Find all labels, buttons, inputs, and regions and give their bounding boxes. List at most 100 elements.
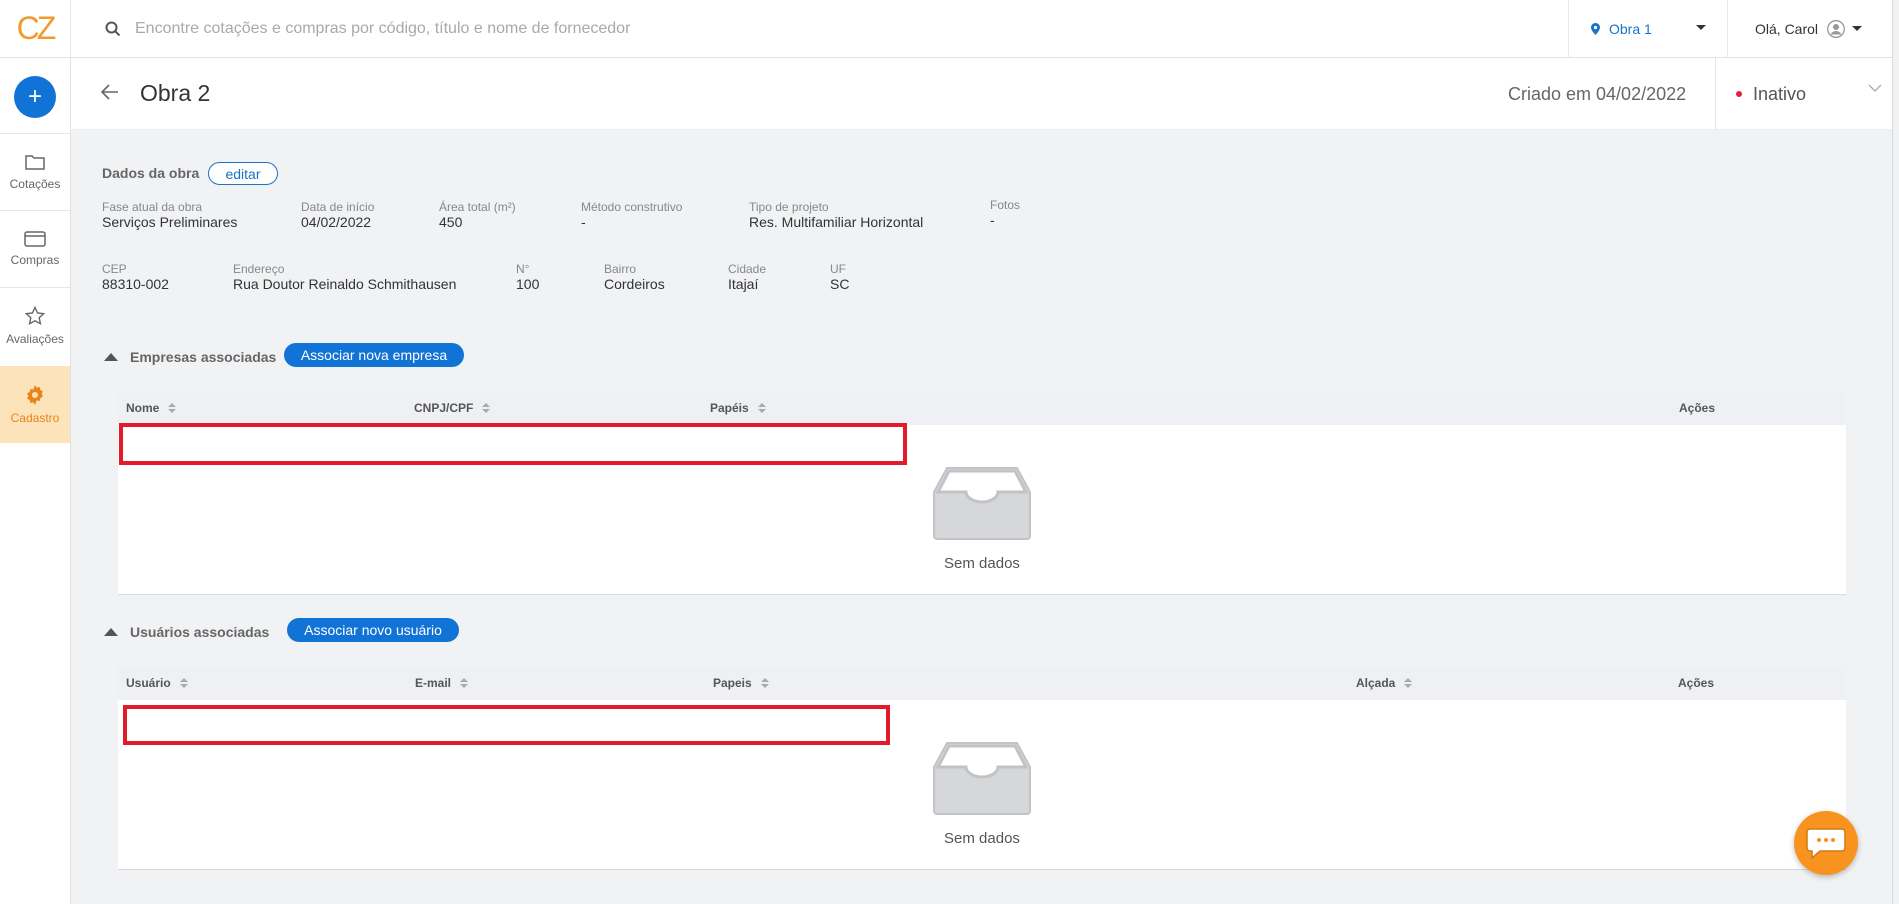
field-value: 450 (439, 214, 463, 230)
obra-selector[interactable]: Obra 1 (1568, 0, 1727, 58)
sidebar-item-cadastro[interactable]: Cadastro (0, 366, 70, 443)
field-label: N° (516, 262, 530, 276)
field-label: Área total (m²) (439, 200, 516, 214)
location-pin-icon (1591, 22, 1600, 35)
sort-icon (757, 403, 766, 413)
greeting-text: Olá, Carol (1755, 20, 1819, 37)
field-uf: UF SC (830, 262, 849, 292)
chevron-down-icon (1868, 84, 1882, 92)
empresas-section-toggle[interactable]: Empresas associadas (104, 349, 276, 365)
field-value: - (581, 214, 586, 230)
chat-button[interactable] (1794, 811, 1858, 875)
empty-label: Sem dados (944, 555, 1020, 572)
add-button[interactable]: + (14, 76, 56, 118)
collapse-triangle-icon (104, 628, 118, 636)
page-header: Obra 2 Criado em 04/02/2022 Inativo (71, 58, 1892, 130)
table-header: Usuário E-mail Papeis Alçada Ações (118, 666, 1846, 700)
column-label: CNPJ/CPF (414, 401, 474, 415)
field-value: Serviços Preliminares (102, 214, 238, 230)
created-date: Criado em 04/02/2022 (1508, 84, 1687, 104)
search-bar (71, 0, 1568, 58)
sidebar-item-compras[interactable]: Compras (0, 210, 70, 287)
star-icon (25, 306, 45, 326)
sort-icon (1404, 678, 1413, 688)
column-label: Ações (1679, 401, 1716, 415)
column-label: Ações (1678, 676, 1715, 690)
search-icon (105, 21, 121, 36)
page-scrollbar[interactable] (1892, 0, 1899, 904)
field-label: Cidade (728, 262, 767, 276)
search-input[interactable] (135, 19, 1035, 38)
edit-button[interactable]: editar (208, 162, 278, 185)
section-title: Usuários associadas (130, 624, 270, 640)
sort-icon (760, 678, 769, 688)
sort-icon (179, 678, 188, 688)
associar-empresa-button[interactable]: Associar nova empresa (284, 343, 464, 367)
column-label: Papéis (710, 401, 749, 415)
table-header: Nome CNPJ/CPF Papéis Ações (118, 391, 1846, 425)
column-header-papeis[interactable]: Papéis (710, 401, 766, 415)
field-value: 88310-002 (102, 276, 169, 292)
sidebar-item-label: Cotações (9, 177, 61, 191)
sidebar-item-cotacoes[interactable]: Cotações (0, 133, 70, 210)
field-cidade: Cidade Itajaí (728, 262, 766, 292)
sort-icon (168, 403, 177, 413)
field-fotos: Fotos - (990, 198, 1020, 228)
sidebar-item-label: Compras (10, 253, 60, 267)
card-icon (24, 231, 46, 247)
empty-state: Sem dados (118, 740, 1846, 847)
back-arrow-icon[interactable] (101, 84, 119, 100)
field-value: SC (830, 276, 850, 292)
field-label: Fotos (990, 198, 1021, 212)
sort-icon (482, 403, 491, 413)
status-dot-icon (1736, 91, 1742, 97)
field-label: Tipo de projeto (749, 200, 829, 214)
field-numero: N° 100 (516, 262, 539, 292)
sidebar-item-avaliacoes[interactable]: Avaliações (0, 287, 70, 364)
logo-text: CZ (16, 10, 57, 46)
sidebar-item-label: Avaliações (6, 332, 64, 346)
user-menu[interactable]: Olá, Carol (1727, 0, 1899, 58)
empty-inbox-icon (933, 467, 1031, 540)
field-value: Res. Multifamiliar Horizontal (749, 214, 924, 230)
field-value: Itajaí (728, 276, 759, 292)
column-header-nome[interactable]: Nome (126, 401, 177, 415)
field-value: Rua Doutor Reinaldo Schmithausen (233, 276, 457, 292)
column-header-email[interactable]: E-mail (415, 676, 469, 690)
field-tipo-projeto: Tipo de projeto Res. Multifamiliar Horiz… (749, 200, 923, 230)
caret-down-icon (1852, 26, 1863, 31)
column-header-acoes: Ações (1678, 676, 1714, 690)
column-label: Nome (126, 401, 160, 415)
field-label: Fase atual da obra (102, 200, 203, 214)
sort-icon (460, 678, 469, 688)
sidebar: + Cotações Compras Avaliações Cadastro (0, 58, 71, 904)
field-value: 100 (516, 276, 540, 292)
plus-icon: + (27, 83, 42, 110)
status-dropdown[interactable]: Inativo (1715, 58, 1892, 130)
column-header-papeis[interactable]: Papeis (713, 676, 769, 690)
field-area: Área total (m²) 450 (439, 200, 516, 230)
empty-label: Sem dados (944, 830, 1020, 847)
caret-down-icon (1696, 24, 1706, 30)
field-label: Endereço (233, 262, 285, 276)
field-value: - (990, 212, 995, 228)
column-label: Alçada (1356, 676, 1396, 690)
folder-icon (25, 155, 45, 170)
field-value: Cordeiros (604, 276, 665, 292)
app-logo[interactable]: CZ (0, 0, 71, 58)
field-value: 04/02/2022 (301, 214, 372, 230)
column-header-alcada[interactable]: Alçada (1356, 676, 1413, 690)
gear-icon (27, 384, 43, 405)
column-header-cnpj[interactable]: CNPJ/CPF (414, 401, 491, 415)
usuarios-section-toggle[interactable]: Usuários associadas (104, 624, 269, 640)
field-metodo: Método construtivo - (581, 200, 682, 230)
associar-usuario-button[interactable]: Associar novo usuário (287, 618, 459, 642)
page-title: Obra 2 (140, 80, 211, 106)
dados-title: Dados da obra (102, 165, 200, 181)
collapse-triangle-icon (104, 353, 118, 361)
highlight-box (123, 705, 890, 745)
field-label: Bairro (604, 262, 637, 276)
user-avatar-icon (1827, 19, 1845, 38)
highlight-box (119, 423, 907, 465)
column-header-usuario[interactable]: Usuário (126, 676, 188, 690)
